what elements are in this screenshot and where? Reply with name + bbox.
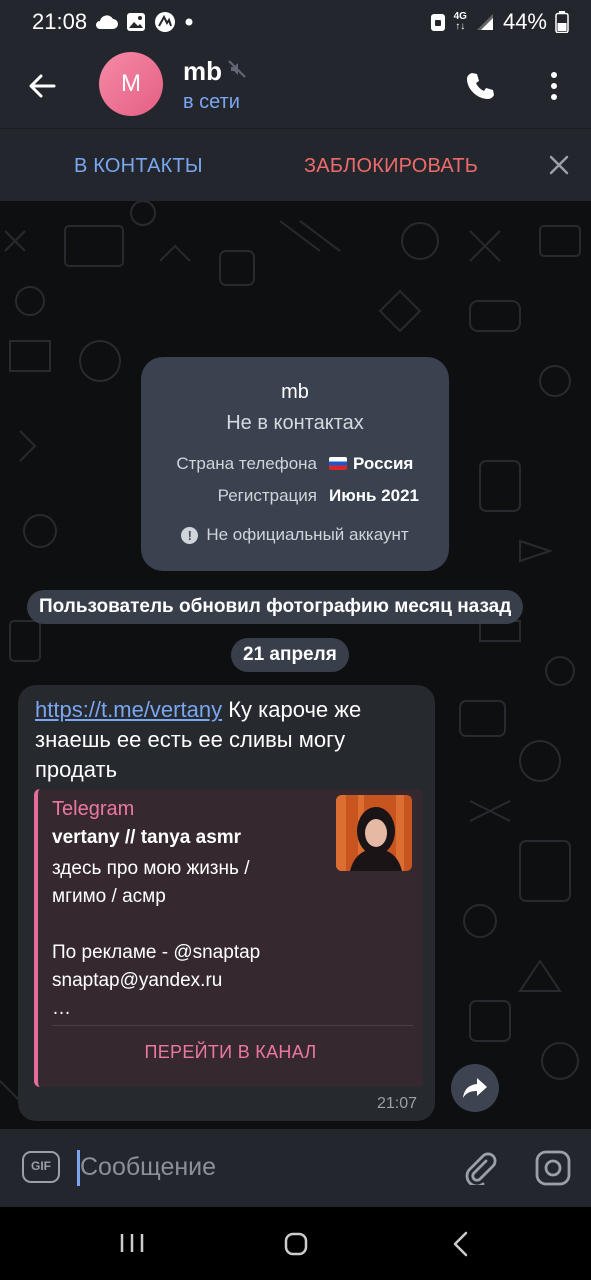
message-text: https://t.me/vertany Ку кароче же знаешь… [35,697,362,782]
warning-icon: ! [181,527,199,544]
battery-icon [555,11,569,33]
status-time: 21:08 [32,9,88,34]
add-contact-button[interactable]: В КОНТАКТЫ [74,155,203,178]
system-nav-bar [0,1207,591,1280]
lock-icon [430,14,445,31]
contact-action-bar: В КОНТАКТЫ ЗАБЛОКИРОВАТЬ [0,128,591,202]
nav-back-icon[interactable] [452,1231,470,1257]
phone-icon[interactable] [464,70,496,102]
recent-apps-icon[interactable] [120,1232,144,1254]
home-icon[interactable] [284,1232,308,1256]
online-status: в сети [183,91,240,113]
cloud-icon [96,15,118,29]
preview-thumbnail[interactable] [336,795,412,871]
preview-title: vertany // tanya asmr [52,827,242,848]
russia-flag-icon [329,457,347,470]
app-icon [155,12,175,32]
share-icon [463,1078,487,1098]
info-card-name: mb [281,381,309,403]
status-bar: 21:08 4G ↑↓ 44% [0,0,591,44]
service-message: Пользователь обновил фотографию месяц на… [27,590,524,624]
attach-icon[interactable] [461,1149,497,1185]
avatar[interactable]: M [99,52,163,116]
info-card-subtitle: Не в контактах [226,412,364,434]
gif-button[interactable]: GIF [22,1151,60,1183]
more-vert-icon[interactable] [549,70,559,102]
link-preview[interactable]: Telegram vertany // tanya asmr здесь про… [34,789,423,1087]
gallery-icon [127,13,145,31]
preview-site-name: Telegram [52,798,135,820]
message-input[interactable]: Сообщение [80,1153,216,1182]
muted-icon [228,60,246,78]
phone-country-label: Страна телефона [176,454,317,473]
close-icon[interactable] [548,154,570,176]
message-bubble[interactable]: https://t.me/vertany Ку кароче же знаешь… [18,685,435,1121]
open-channel-button[interactable]: ПЕРЕЙТИ В КАНАЛ [38,1042,423,1063]
share-button[interactable] [451,1064,499,1112]
contact-name[interactable]: mb [183,56,222,87]
back-arrow-icon[interactable] [26,70,58,102]
date-separator: 21 апреля [231,638,349,672]
registration-label: Регистрация [217,486,317,505]
message-input-bar: GIF Сообщение [0,1129,591,1207]
unofficial-note: ! Не официальный аккаунт [141,525,449,545]
block-button[interactable]: ЗАБЛОКИРОВАТЬ [304,155,478,178]
preview-description: здесь про мою жизнь / мгимо / асмр По ре… [52,858,261,1019]
network-type: 4G ↑↓ [453,11,467,32]
status-notification-icons [94,11,194,33]
status-right-icons: 4G ↑↓ 44% [430,9,569,35]
dot-icon [185,18,193,26]
registration-value: Июнь 2021 [329,486,419,505]
signal-icon [476,14,493,30]
preview-divider [52,1025,413,1026]
chat-area[interactable]: mb Не в контактах Страна телефона Россия… [0,201,591,1129]
message-link[interactable]: https://t.me/vertany [35,697,222,722]
battery-percent: 44% [502,9,547,34]
chat-header: M mb в сети [0,44,591,128]
contact-info-card: mb Не в контактах Страна телефона Россия… [141,357,449,571]
camera-icon[interactable] [534,1149,572,1187]
message-time: 21:07 [376,1095,417,1112]
phone-country-value: Россия [329,454,413,474]
